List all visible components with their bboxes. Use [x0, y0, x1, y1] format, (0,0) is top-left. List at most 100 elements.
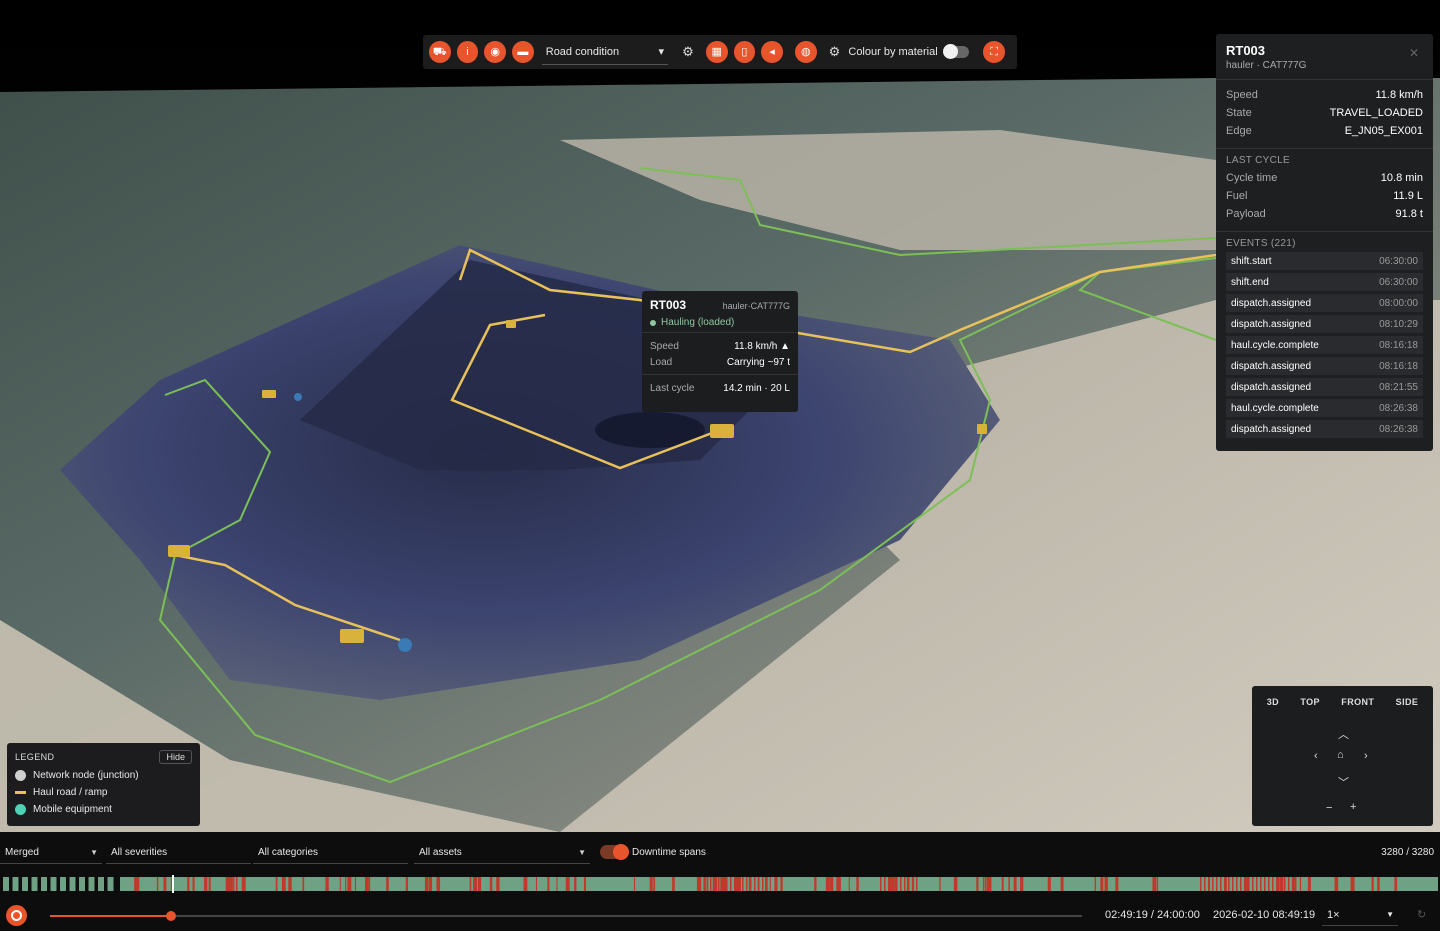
road-condition-select[interactable]: Road condition ▾ — [541, 39, 669, 65]
timeline-span — [1280, 877, 1282, 891]
view-tab-front[interactable]: FRONT — [1341, 697, 1374, 707]
timeline-span — [60, 877, 66, 891]
loop-icon[interactable]: ↻ — [1417, 908, 1426, 921]
truck-icon[interactable] — [340, 629, 364, 643]
truck-icon[interactable] — [710, 424, 734, 438]
marker-icon: ◂ — [769, 45, 775, 58]
scrubber-handle[interactable] — [165, 911, 176, 921]
merge-mode-select[interactable]: Merged ▼ — [0, 840, 102, 864]
legend-hide-button[interactable]: Hide — [159, 750, 192, 764]
event-row[interactable]: dispatch.assigned 08:26:38 — [1226, 420, 1423, 438]
playback-speed-value: 1× — [1327, 909, 1340, 921]
event-name: dispatch.assigned — [1231, 297, 1312, 309]
tooltip-cycle-label: Last cycle — [650, 382, 695, 394]
event-row[interactable]: haul.cycle.complete 08:16:18 — [1226, 336, 1423, 354]
tooltip-load-row: Load Carrying ~97 t — [650, 354, 790, 370]
visibility-button[interactable]: ◉ — [484, 41, 507, 63]
timeline-span — [302, 877, 305, 891]
network-node-icon[interactable] — [294, 393, 302, 401]
timeline-span — [1232, 877, 1234, 891]
edge-row: Edge E_JN05_EX001 — [1226, 122, 1423, 140]
colour-settings-gear-icon[interactable]: ⚙ — [827, 44, 843, 60]
timeline-span — [187, 877, 190, 891]
timeline-span — [192, 877, 195, 891]
timeline-span — [428, 877, 433, 891]
truck-icon[interactable] — [262, 390, 276, 398]
event-row[interactable]: dispatch.assigned 08:16:18 — [1226, 357, 1423, 375]
fullscreen-button[interactable]: ⛶ — [983, 41, 1005, 63]
playback-speed-select[interactable]: 1× ▼ — [1322, 904, 1398, 926]
view-tab-side[interactable]: SIDE — [1396, 697, 1419, 707]
3d-viewport[interactable]: ⛟ i ◉ ▬ Road condition ▾ ⚙ ▦ ▯ ◂ ◍ ⚙ Col… — [0, 0, 1440, 832]
pan-down-icon[interactable]: ﹀ — [1338, 774, 1349, 790]
event-timeline[interactable] — [0, 875, 1440, 893]
map-button[interactable]: ▯ — [733, 41, 756, 63]
pan-left-icon[interactable]: ‹ — [1314, 750, 1318, 762]
truck-icon[interactable] — [506, 320, 516, 328]
timeline-span — [769, 877, 771, 891]
network-node-icon[interactable] — [398, 638, 412, 652]
timeline-span — [856, 877, 859, 891]
events-list[interactable]: shift.start 06:30:00 shift.end 06:30:00 disp… — [1226, 252, 1423, 438]
category-filter[interactable]: All categories — [253, 840, 408, 864]
event-count: 3280 / 3280 — [1381, 847, 1434, 858]
zoom-in-icon[interactable]: + — [1350, 801, 1356, 813]
truck-icon[interactable] — [168, 545, 190, 557]
timeline-span — [1288, 877, 1290, 891]
playback-datetime: 2026-02-10 08:49:19 — [1213, 909, 1316, 921]
timeline-span — [742, 877, 744, 891]
home-icon[interactable]: ⌂ — [1337, 749, 1344, 761]
speed-value: 11.8 km/h — [1375, 89, 1424, 101]
timeline-span — [134, 877, 137, 891]
timeline-span — [368, 877, 371, 891]
pan-right-icon[interactable]: › — [1364, 750, 1368, 762]
event-row[interactable]: dispatch.assigned 08:00:00 — [1226, 294, 1423, 312]
legend-label: Haul road / ramp — [33, 787, 108, 798]
timeline-span — [1220, 877, 1222, 891]
play-button[interactable] — [6, 905, 27, 926]
asset-filter[interactable]: All assets ▼ — [414, 840, 590, 864]
timeline-span — [1208, 877, 1210, 891]
timeline-span — [496, 877, 500, 891]
marker-button[interactable]: ◂ — [761, 41, 783, 63]
playback-scrubber[interactable] — [50, 911, 1082, 921]
tag-icon: ▬ — [517, 45, 529, 58]
timeline-span — [754, 877, 756, 891]
timeline-span — [1008, 877, 1010, 891]
timeline-span — [1276, 877, 1278, 891]
timeline-span — [1248, 877, 1250, 891]
zoom-out-icon[interactable]: − — [1326, 802, 1332, 814]
event-name: shift.end — [1231, 276, 1269, 288]
event-row[interactable]: dispatch.assigned 08:10:29 — [1226, 315, 1423, 333]
view-tab-top[interactable]: TOP — [1300, 697, 1320, 707]
event-row[interactable]: dispatch.assigned 08:21:55 — [1226, 378, 1423, 396]
label-button[interactable]: ▬ — [512, 41, 534, 63]
timeline-span — [574, 877, 577, 891]
info-button[interactable]: i — [456, 41, 479, 63]
close-icon[interactable]: ✕ — [1409, 46, 1419, 60]
vehicle-button[interactable]: ⛟ — [429, 41, 451, 63]
globe-button[interactable]: ◍ — [794, 41, 817, 63]
timeline-span — [386, 877, 389, 891]
timeline-span — [1020, 877, 1024, 891]
timeline-span — [98, 877, 104, 891]
timeline-span — [163, 877, 167, 891]
truck-icon[interactable] — [977, 424, 987, 434]
colour-by-material-toggle[interactable] — [942, 44, 970, 59]
severity-filter[interactable]: All severities — [106, 840, 251, 864]
view-tab-3d[interactable]: 3D — [1267, 697, 1279, 707]
event-row[interactable]: shift.start 06:30:00 — [1226, 252, 1423, 270]
event-row[interactable]: shift.end 06:30:00 — [1226, 273, 1423, 291]
downtime-spans-toggle[interactable] — [600, 844, 629, 860]
gear-icon[interactable]: ⚙ — [680, 44, 696, 60]
asset-title: RT003 — [1226, 43, 1266, 58]
playback-time: 02:49:19 / 24:00:00 — [1105, 909, 1200, 921]
grid-button[interactable]: ▦ — [705, 41, 728, 63]
event-row[interactable]: haul.cycle.complete 08:26:38 — [1226, 399, 1423, 417]
timeline-span — [1212, 877, 1214, 891]
timeline-span — [1240, 877, 1242, 891]
event-name: dispatch.assigned — [1231, 360, 1312, 372]
legend-item-mobile-equipment: Mobile equipment — [15, 801, 192, 818]
speed-row: Speed 11.8 km/h — [1226, 86, 1423, 104]
pan-up-icon[interactable]: ︿ — [1338, 726, 1349, 742]
